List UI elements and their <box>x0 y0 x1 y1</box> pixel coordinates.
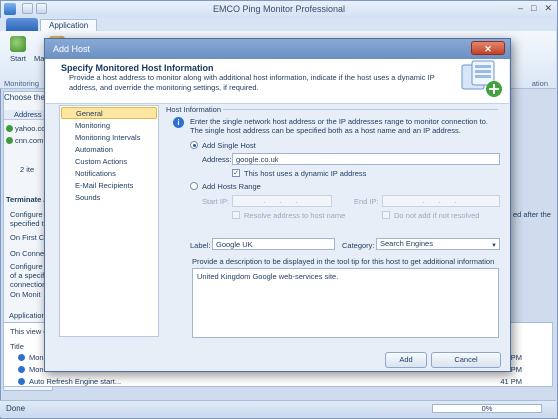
chevron-down-icon: ▼ <box>491 243 497 249</box>
status-text: Done <box>6 404 26 413</box>
dialog-heading: Specify Monitored Host Information <box>61 63 214 73</box>
host-information-section-label: Host Information <box>166 105 222 114</box>
dynamic-ip-checkbox[interactable]: ✓ <box>232 169 240 177</box>
add-host-dialog: Add Host ✕ Specify Monitored Host Inform… <box>44 38 511 372</box>
start-button[interactable]: Start <box>10 36 26 63</box>
dialog-close-button[interactable]: ✕ <box>471 41 505 55</box>
window-controls: – □ ✕ <box>518 3 552 14</box>
end-ip-label: End IP: <box>354 197 379 206</box>
info-icon: i <box>173 117 184 128</box>
config-text-right: ed after the <box>513 210 551 219</box>
dynamic-ip-label[interactable]: This host uses a dynamic IP address <box>244 169 366 178</box>
category-label: Category: <box>342 241 375 250</box>
status-ok-icon <box>6 137 13 144</box>
terminate-section-label: Terminate A <box>6 195 49 204</box>
nav-item-monitoring[interactable]: Monitoring <box>61 120 157 132</box>
add-hosts-range-label[interactable]: Add Hosts Range <box>202 182 261 191</box>
host-information-hint: Enter the single network host address or… <box>190 117 488 135</box>
log-row[interactable]: Auto Refresh Engine start... <box>18 377 121 386</box>
close-icon[interactable]: ✕ <box>544 3 552 14</box>
nav-item-general[interactable]: General <box>61 107 157 119</box>
nav-item-sounds[interactable]: Sounds <box>61 192 157 204</box>
on-first-option[interactable]: On First C <box>10 233 44 242</box>
on-monitor-option[interactable]: On Monit <box>10 290 40 299</box>
resolve-address-label[interactable]: Resolve address to host name <box>244 211 345 220</box>
do-not-add-checkbox[interactable] <box>382 211 390 219</box>
maximize-icon[interactable]: □ <box>531 3 536 14</box>
info-icon <box>18 366 25 373</box>
nav-item-custom-actions[interactable]: Custom Actions <box>61 156 157 168</box>
label-input[interactable] <box>212 238 335 250</box>
nav-item-email-recipients[interactable]: E-Mail Recipients <box>61 180 157 192</box>
progress-label: 0% <box>481 404 493 413</box>
nav-item-monitoring-intervals[interactable]: Monitoring Intervals <box>61 132 157 144</box>
description-textarea[interactable]: United Kingdom Google web-services site. <box>192 268 499 338</box>
info-icon <box>18 378 25 385</box>
tab-application[interactable]: Application <box>40 19 98 31</box>
log-time: 41 PM <box>500 377 522 386</box>
cancel-button[interactable]: Cancel <box>431 352 501 368</box>
nav-item-notifications[interactable]: Notifications <box>61 168 157 180</box>
nav-item-automation[interactable]: Automation <box>61 144 157 156</box>
info-icon <box>18 354 25 361</box>
start-ip-input[interactable]: . . . <box>232 195 332 207</box>
log-view-text: This view c <box>10 327 48 336</box>
section-divider <box>223 109 498 110</box>
do-not-add-label[interactable]: Do not add if not resolved <box>394 211 479 220</box>
start-ip-label: Start IP: <box>202 197 230 206</box>
window-title: EMCO Ping Monitor Professional <box>212 4 346 14</box>
dialog-description: Provide a host address to monitor along … <box>69 73 435 92</box>
log-title-header[interactable]: Title <box>10 342 24 351</box>
add-single-host-label[interactable]: Add Single Host <box>202 141 256 150</box>
end-ip-input[interactable]: . . . <box>382 195 500 207</box>
add-hosts-range-radio[interactable] <box>190 182 198 190</box>
dialog-title: Add Host <box>53 44 91 54</box>
address-input[interactable] <box>232 153 500 165</box>
resolve-address-checkbox[interactable] <box>232 211 240 219</box>
add-single-host-radio[interactable] <box>190 141 198 149</box>
label-label: Label: <box>190 241 211 250</box>
minimize-icon[interactable]: – <box>518 3 523 14</box>
category-dropdown[interactable]: Search Engines ▼ <box>376 238 500 250</box>
address-label: Address: <box>202 155 232 164</box>
application-menu-button[interactable] <box>6 18 38 31</box>
host-row[interactable]: cnn.com <box>6 136 43 145</box>
ribbon-group-right: ation <box>531 79 548 88</box>
start-icon <box>10 36 26 52</box>
items-count: 2 ite <box>20 165 35 174</box>
host-wizard-illustration-icon <box>461 60 502 97</box>
ribbon-group-monitoring: Monitoring <box>4 79 40 88</box>
on-connect-option[interactable]: On Conne <box>10 249 44 258</box>
add-button[interactable]: Add <box>385 352 427 368</box>
dialog-title-bar[interactable]: Add Host ✕ <box>45 39 510 59</box>
status-ok-icon <box>6 125 13 132</box>
